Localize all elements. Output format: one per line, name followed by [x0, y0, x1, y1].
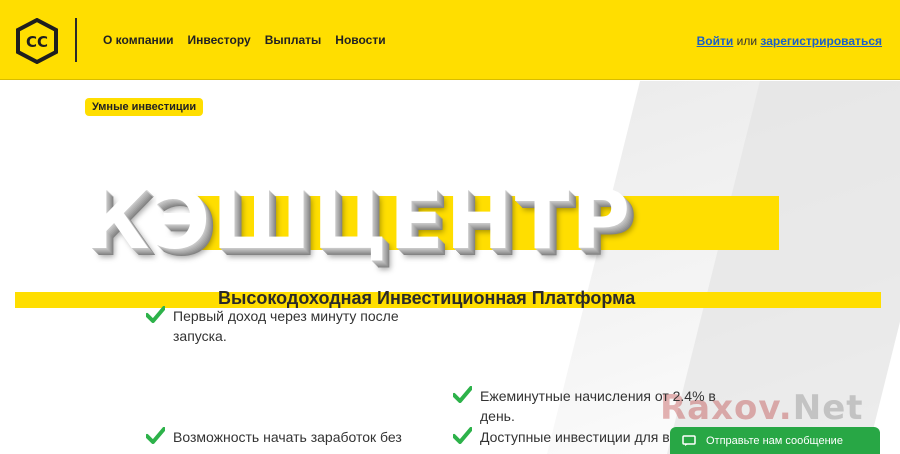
chat-widget-button[interactable]: Отправьте нам сообщение — [670, 427, 880, 454]
nav-item-payouts[interactable]: Выплаты — [265, 33, 322, 47]
feature-text: Первый доход через минуту после запуска. — [173, 308, 399, 344]
nav-item-investor[interactable]: Инвестору — [188, 33, 251, 47]
hero-section: Умные инвестиции КЭШЦЕНТР Высокодоходная… — [0, 81, 900, 454]
check-icon — [146, 427, 165, 444]
nav-item-news[interactable]: Новости — [335, 33, 385, 47]
hero-title: КЭШЦЕНТР — [84, 174, 632, 267]
logo-text: CC — [26, 33, 48, 51]
feature-text: Ежеминутные начисления от 2.4% в день. — [480, 388, 716, 424]
hero-tag-badge: Умные инвестиции — [85, 98, 204, 116]
watermark-part2: Net — [792, 388, 864, 428]
login-link[interactable]: Войти — [697, 34, 734, 48]
auth-links: Войти или зарегистрироваться — [697, 34, 882, 48]
feature-item: Ежеминутные начисления от 2.4% в день. — [453, 386, 718, 426]
main-nav: О компании Инвестору Выплаты Новости — [103, 33, 386, 47]
site-header: CC О компании Инвестору Выплаты Новости … — [0, 0, 900, 80]
auth-or-text: или — [736, 34, 758, 48]
feature-text: Возможность начать заработок без — [173, 429, 402, 445]
logo-icon[interactable]: CC — [15, 18, 59, 64]
nav-item-about[interactable]: О компании — [103, 33, 174, 47]
feature-item: Первый доход через минуту после запуска. — [146, 306, 411, 346]
check-icon — [453, 427, 472, 444]
chat-label: Отправьте нам сообщение — [706, 434, 843, 447]
logo-divider — [75, 18, 77, 62]
feature-item: Возможность начать заработок без — [146, 427, 411, 447]
check-icon — [146, 306, 165, 323]
chat-icon — [682, 434, 696, 446]
register-link[interactable]: зарегистрироваться — [760, 34, 882, 48]
check-icon — [453, 386, 472, 403]
